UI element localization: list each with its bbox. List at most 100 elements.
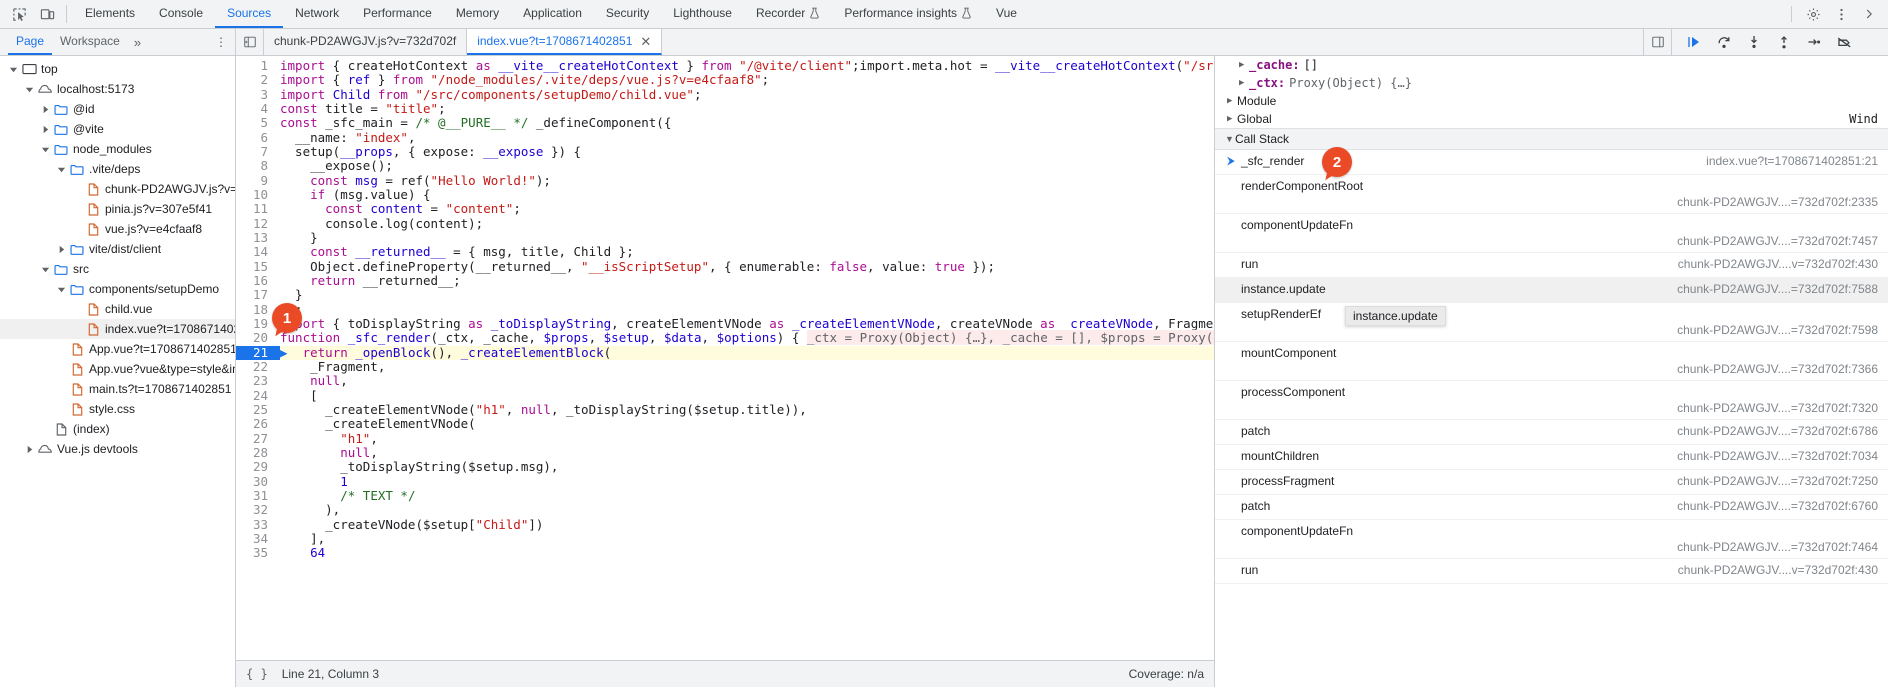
line-number[interactable]: 3	[236, 87, 280, 102]
call-stack-row[interactable]: mountComponent chunk-PD2AWGJV....=732d702…	[1215, 342, 1888, 381]
line-number[interactable]: 2	[236, 72, 280, 87]
show-navigator-icon[interactable]	[236, 29, 264, 55]
chevron-down-icon[interactable]	[54, 285, 68, 294]
code-line[interactable]: 14 const __returned__ = { msg, title, Ch…	[236, 244, 1214, 259]
code-line[interactable]: 34 ],	[236, 531, 1214, 546]
code-line[interactable]: 3 import Child from "/src/components/setu…	[236, 87, 1214, 102]
chevron-down-icon[interactable]	[54, 165, 68, 174]
code-line[interactable]: 2 import { ref } from "/node_modules/.vit…	[236, 72, 1214, 87]
code-line[interactable]: 22 _Fragment,	[236, 359, 1214, 374]
call-stack-row[interactable]: componentUpdateFn chunk-PD2AWGJV....=732d…	[1215, 214, 1888, 253]
line-number[interactable]: 20	[236, 330, 280, 345]
main-tab-security[interactable]: Security	[594, 0, 661, 28]
show-debugger-sidebar-icon[interactable]	[1643, 29, 1671, 55]
code-line[interactable]: 30 1	[236, 474, 1214, 489]
line-number[interactable]: 25	[236, 402, 280, 417]
code-line[interactable]: 28 null,	[236, 445, 1214, 460]
tree-item[interactable]: child.vue	[0, 299, 235, 319]
code-line[interactable]: 25 _createElementVNode("h1", null, _toDi…	[236, 402, 1214, 417]
call-stack-row[interactable]: ⮞ _sfc_render index.vue?t=1708671402851:21	[1215, 150, 1888, 175]
line-number[interactable]: 17	[236, 287, 280, 302]
line-number[interactable]: 10	[236, 187, 280, 202]
code-line[interactable]: 18});	[236, 302, 1214, 317]
more-options-icon[interactable]	[1828, 2, 1854, 26]
navigator-tab-page[interactable]: Page	[8, 29, 53, 55]
tree-item[interactable]: pinia.js?v=307e5f41	[0, 199, 235, 219]
file-navigator-tree[interactable]: top localhost:5173 @id @vite node_modules .vi…	[0, 56, 236, 687]
chevron-right-icon[interactable]	[38, 105, 52, 114]
call-stack-row[interactable]: patch chunk-PD2AWGJV....=732d702f:6760	[1215, 495, 1888, 520]
call-stack-row[interactable]: processFragment chunk-PD2AWGJV....=732d70…	[1215, 470, 1888, 495]
main-tab-lighthouse[interactable]: Lighthouse	[661, 0, 744, 28]
tree-item[interactable]: @vite	[0, 119, 235, 139]
line-number[interactable]: 32	[236, 502, 280, 517]
main-tab-application[interactable]: Application	[511, 0, 594, 28]
line-number[interactable]: 27	[236, 431, 280, 446]
chevron-right-icon[interactable]	[54, 245, 68, 254]
code-line[interactable]: 11 const content = "content";	[236, 201, 1214, 216]
code-line[interactable]: 32 ),	[236, 502, 1214, 517]
call-stack-row[interactable]: renderComponentRoot chunk-PD2AWGJV....=73…	[1215, 175, 1888, 214]
tree-item[interactable]: @id	[0, 99, 235, 119]
tree-item[interactable]: style.css	[0, 399, 235, 419]
line-number[interactable]: 30	[236, 474, 280, 489]
call-stack-list[interactable]: ⮞ _sfc_render index.vue?t=1708671402851:21…	[1215, 150, 1888, 584]
tree-item[interactable]: localhost:5173	[0, 79, 235, 99]
tree-item[interactable]: App.vue?t=1708671402851	[0, 339, 235, 359]
navigator-more-icon[interactable]: ⋮	[207, 35, 235, 49]
line-number[interactable]: 34	[236, 531, 280, 546]
scope-row[interactable]: ▶ _ctx: Proxy(Object) {…}	[1215, 74, 1888, 92]
line-number[interactable]: 5	[236, 115, 280, 130]
tree-item[interactable]: vite/dist/client	[0, 239, 235, 259]
call-stack-row[interactable]: processComponent chunk-PD2AWGJV....=732d7…	[1215, 381, 1888, 420]
chevron-right-icon[interactable]: ▶	[1239, 60, 1249, 70]
device-toolbar-icon[interactable]	[34, 2, 60, 26]
code-line[interactable]: 21 ▶ return _openBlock(), _createElementB…	[236, 345, 1214, 360]
code-line[interactable]: 6 __name: "index",	[236, 130, 1214, 145]
line-number[interactable]: 26	[236, 416, 280, 431]
close-devtools-icon[interactable]	[1856, 2, 1882, 26]
step-out-of-current-function-icon[interactable]	[1774, 32, 1794, 52]
code-line[interactable]: 31 /* TEXT */	[236, 488, 1214, 503]
line-number[interactable]: 13	[236, 230, 280, 245]
code-line[interactable]: 33 _createVNode($setup["Child"])	[236, 517, 1214, 532]
main-tab-vue[interactable]: Vue	[984, 0, 1029, 28]
deactivate-breakpoints-icon[interactable]	[1834, 32, 1854, 52]
tree-item[interactable]: node_modules	[0, 139, 235, 159]
code-line[interactable]: 27 "h1",	[236, 431, 1214, 446]
call-stack-row[interactable]: run chunk-PD2AWGJV....v=732d702f:430	[1215, 253, 1888, 278]
code-line[interactable]: 13 }	[236, 230, 1214, 245]
code-line[interactable]: 24 [	[236, 388, 1214, 403]
tree-item[interactable]: index.vue?t=1708671402	[0, 319, 235, 339]
line-number[interactable]: 6	[236, 130, 280, 145]
code-line[interactable]: 19 import { toDisplayString as _toDisplay…	[236, 316, 1214, 331]
scope-row[interactable]: ▶ _cache:[]	[1215, 56, 1888, 74]
call-stack-row[interactable]: patch chunk-PD2AWGJV....=732d702f:6786	[1215, 420, 1888, 445]
call-stack-row[interactable]: instance.update chunk-PD2AWGJV....=732d70…	[1215, 278, 1888, 303]
main-tab-performance[interactable]: Performance	[351, 0, 444, 28]
line-number[interactable]: 7	[236, 144, 280, 159]
line-number[interactable]: 4	[236, 101, 280, 116]
line-number[interactable]: 33	[236, 517, 280, 532]
code-line[interactable]: 17 }	[236, 287, 1214, 302]
editor-tab-chunk[interactable]: chunk-PD2AWGJV.js?v=732d702f	[264, 29, 468, 55]
code-line[interactable]: 23 null,	[236, 373, 1214, 388]
line-number[interactable]: 21	[236, 345, 280, 360]
main-tab-recorder[interactable]: Recorder	[744, 0, 832, 28]
chevron-right-icon[interactable]: ▶	[1239, 78, 1249, 88]
line-number[interactable]: 31	[236, 488, 280, 503]
chevron-right-icon[interactable]: ▶	[1227, 96, 1237, 106]
line-number[interactable]: 12	[236, 216, 280, 231]
navigator-tab-workspace[interactable]: Workspace	[52, 29, 128, 55]
chevron-down-icon[interactable]	[6, 65, 20, 74]
line-number[interactable]: 11	[236, 201, 280, 216]
navigator-overflow-icon[interactable]: »	[128, 35, 147, 50]
tree-item[interactable]: Vue.js devtools	[0, 439, 235, 459]
tree-item[interactable]: main.ts?t=1708671402851	[0, 379, 235, 399]
close-icon[interactable]: ✕	[640, 35, 651, 48]
tree-item[interactable]: chunk-PD2AWGJV.js?v=7	[0, 179, 235, 199]
code-line[interactable]: 1 import { createHotContext as __vite__cr…	[236, 58, 1214, 73]
scope-row[interactable]: ▶ Module	[1215, 92, 1888, 110]
code-line[interactable]: 26 _createElementVNode(	[236, 416, 1214, 431]
main-tab-console[interactable]: Console	[147, 0, 215, 28]
